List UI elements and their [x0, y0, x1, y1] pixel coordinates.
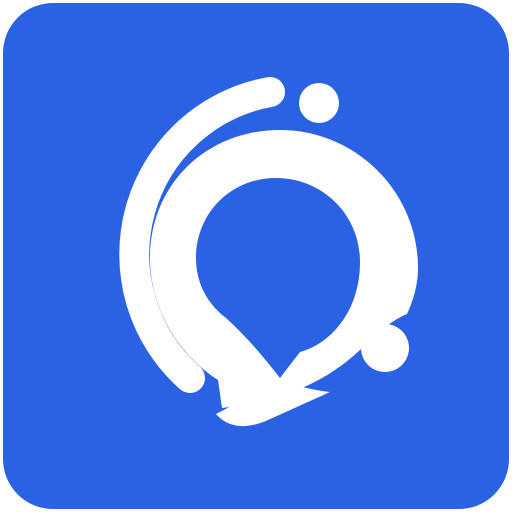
- app-icon-canvas: [0, 0, 512, 512]
- bottom-right-dot: [361, 324, 409, 372]
- icon-background-tile: [3, 3, 509, 509]
- top-right-dot: [299, 83, 339, 123]
- chat-bubble-orbit-app-icon: [3, 3, 509, 509]
